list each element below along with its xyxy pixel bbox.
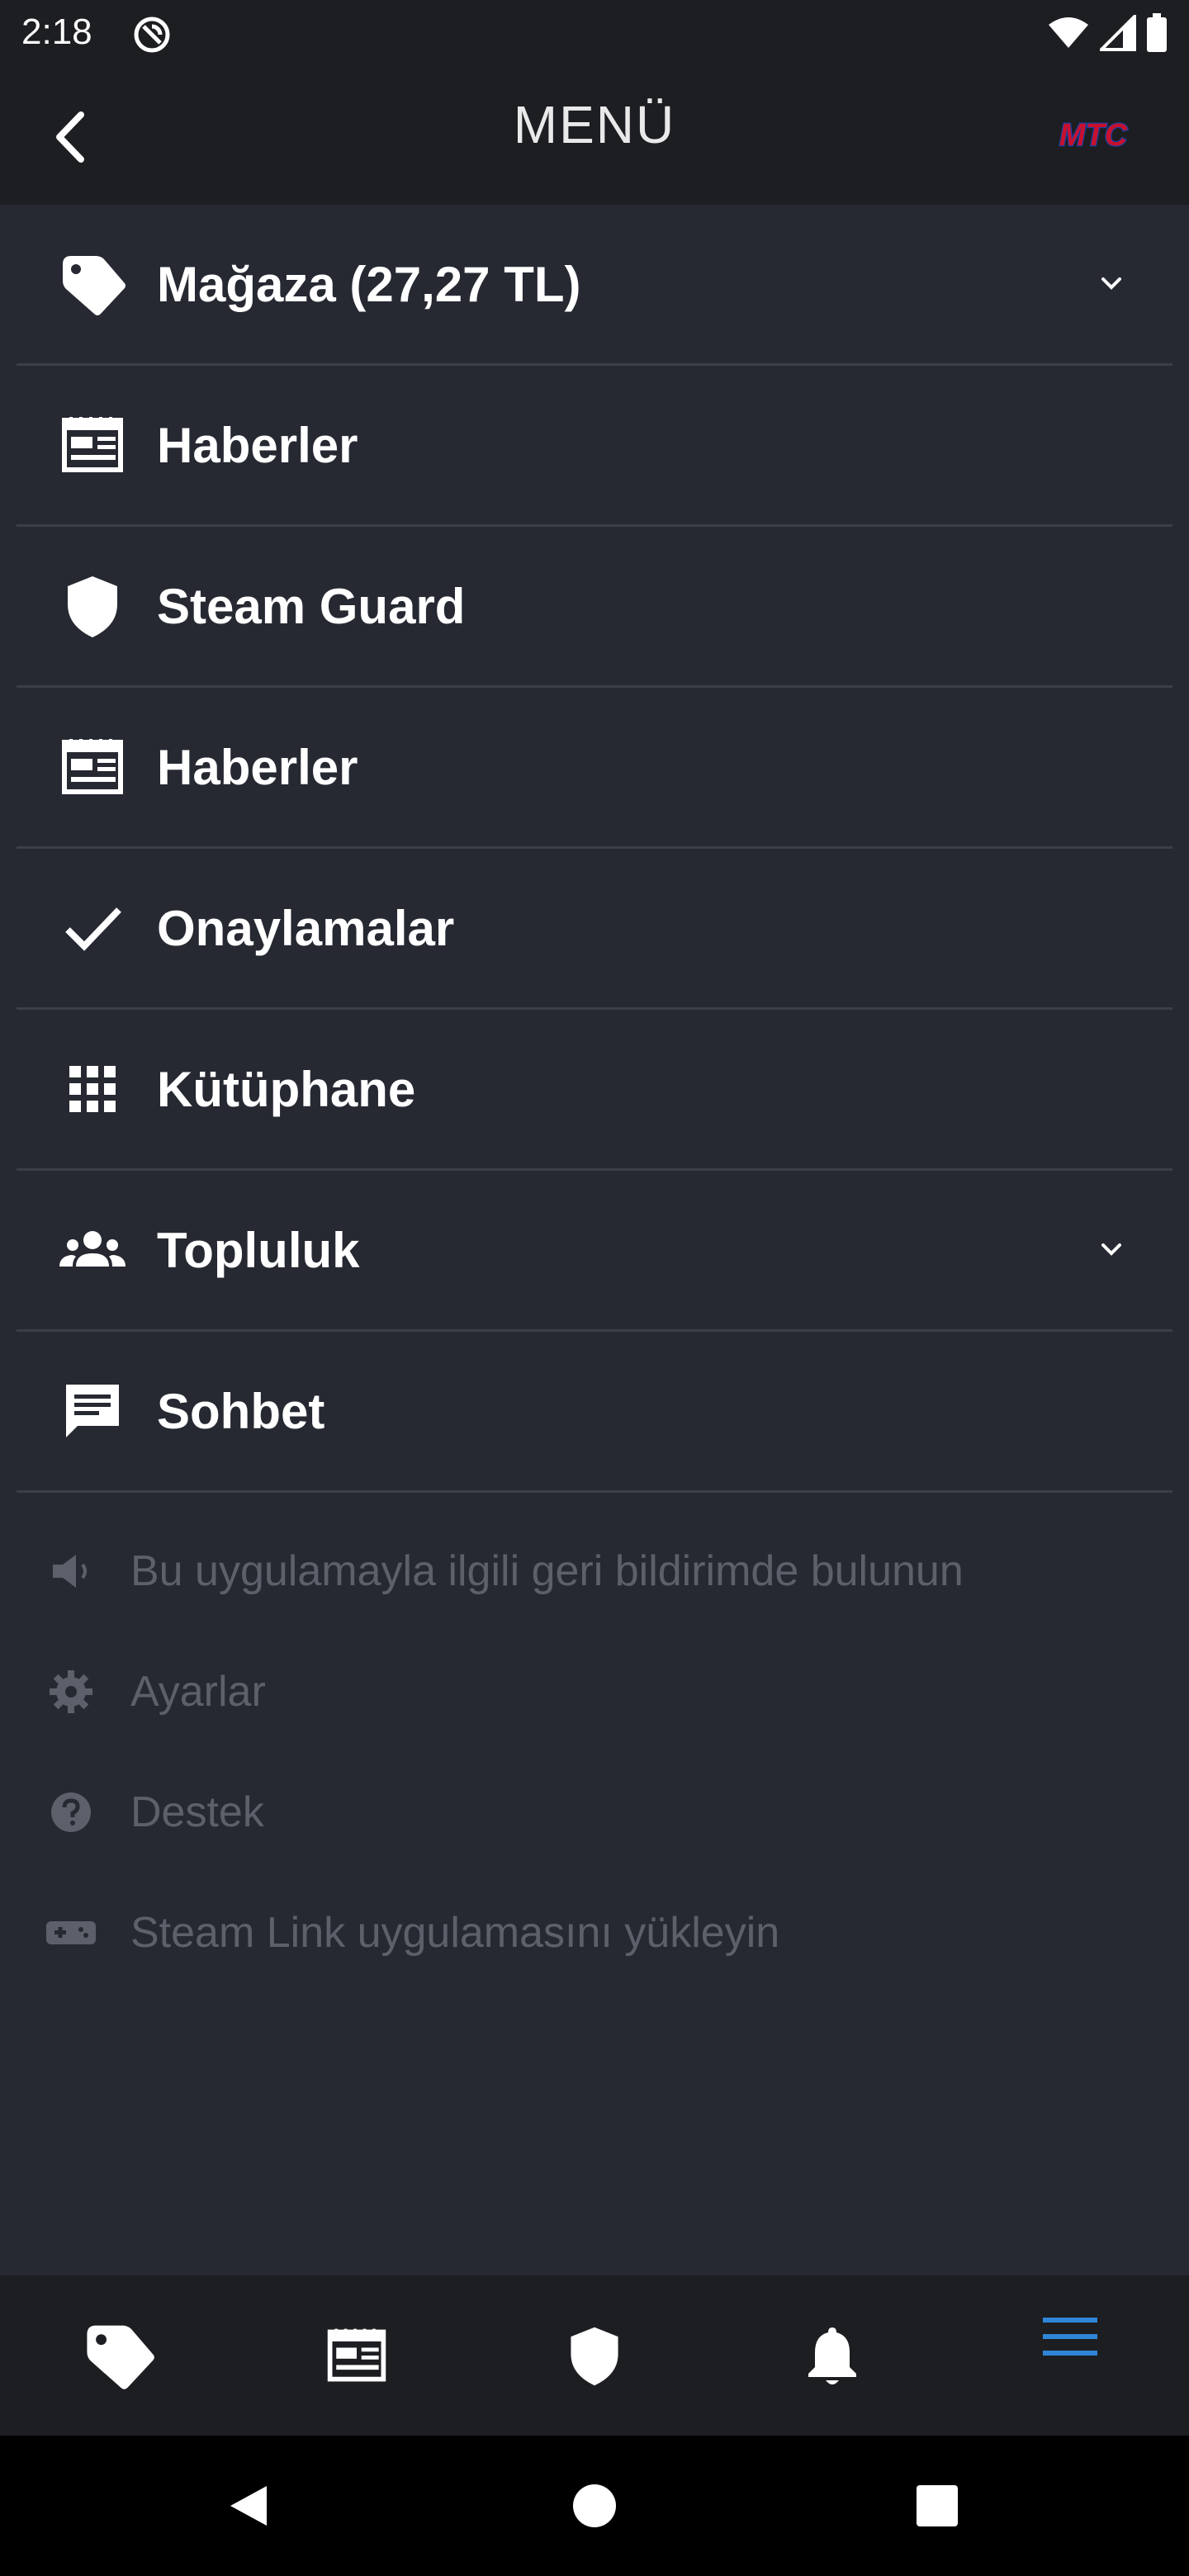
menu-item-confirmations[interactable]: Onaylamalar [17,849,1172,1010]
menu-item-chat[interactable]: Sohbet [17,1332,1172,1493]
menu-item-community[interactable]: Topluluk [17,1171,1172,1332]
steam-link-label: Steam Link uygulamasını yükleyin [130,1909,780,1957]
people-icon [58,1215,127,1285]
menu-item-steam-guard[interactable]: Steam Guard [17,527,1172,688]
menu-item-label: Haberler [157,739,358,795]
status-bar: 2:18 [0,0,1189,69]
chevron-down-icon[interactable] [1093,1232,1130,1268]
triangle-back-icon [230,2486,267,2526]
secondary-links: Bu uygulamayla ilgili geri bildirimde bu… [0,1511,1189,1993]
shield-icon [571,2327,618,2386]
feedback-link[interactable]: Bu uygulamayla ilgili geri bildirimde bu… [0,1511,1189,1631]
menu-item-store[interactable]: Mağaza (27,27 TL) [17,205,1172,366]
brand-logo-text: MTC [1059,118,1128,153]
status-time: 2:18 [21,12,92,52]
app-notification-icon [132,15,172,54]
nav-tab-news[interactable] [238,2275,476,2436]
support-label: Destek [130,1788,264,1836]
feedback-label: Bu uygulamayla ilgili geri bildirimde bu… [130,1547,964,1595]
menu-item-label: Topluluk [157,1222,360,1278]
system-recents-button[interactable] [908,2477,966,2535]
menu-item-news-2[interactable]: Haberler [17,688,1172,849]
menu-item-library[interactable]: Kütüphane [17,1010,1172,1171]
menu-item-label: Kütüphane [157,1061,416,1117]
main-menu: Mağaza (27,27 TL) Haberler Steam Guard H… [0,205,1189,1493]
menu-icon [1043,2318,1097,2356]
wifi-icon [1047,17,1090,54]
chevron-down-icon[interactable] [1093,266,1130,302]
system-back-button[interactable] [220,2477,277,2535]
nav-tab-steam-guard[interactable] [476,2275,713,2436]
menu-item-label: Steam Guard [157,578,466,634]
tag-icon [58,249,127,319]
menu-item-label: Onaylamalar [157,900,455,956]
bottom-nav [0,2275,1189,2436]
gear-icon [45,1665,97,1718]
square-recents-icon [917,2485,958,2526]
settings-label: Ayarlar [130,1668,266,1716]
tag-icon [87,2325,154,2389]
check-icon [58,893,127,963]
nav-tab-store[interactable] [0,2275,238,2436]
circle-home-icon [573,2484,616,2527]
nav-tab-notifications[interactable] [713,2275,951,2436]
app-header: MENÜ MTC [0,69,1189,205]
help-icon [45,1786,97,1839]
battery-icon [1146,13,1168,57]
grid-icon [58,1054,127,1124]
news-icon [58,732,127,802]
signal-icon [1097,12,1136,55]
chat-icon [58,1376,127,1446]
news-icon [327,2328,386,2382]
system-home-button[interactable] [566,2477,623,2535]
shield-icon [58,571,127,641]
gamepad-icon [45,1906,97,1959]
menu-item-news[interactable]: Haberler [17,366,1172,527]
steam-link-install-link[interactable]: Steam Link uygulamasını yükleyin [0,1873,1189,1993]
menu-item-label: Sohbet [157,1383,325,1439]
brand-logo: MTC [1049,114,1138,155]
speaker-icon [45,1545,97,1598]
menu-item-label: Mağaza (27,27 TL) [157,256,581,312]
page-title: MENÜ [513,95,676,154]
bell-icon [808,2327,856,2384]
settings-link[interactable]: Ayarlar [0,1631,1189,1752]
support-link[interactable]: Destek [0,1752,1189,1873]
news-icon [58,410,127,480]
system-nav-bar [0,2436,1189,2576]
menu-item-label: Haberler [157,417,358,473]
nav-tab-menu[interactable] [951,2275,1189,2436]
